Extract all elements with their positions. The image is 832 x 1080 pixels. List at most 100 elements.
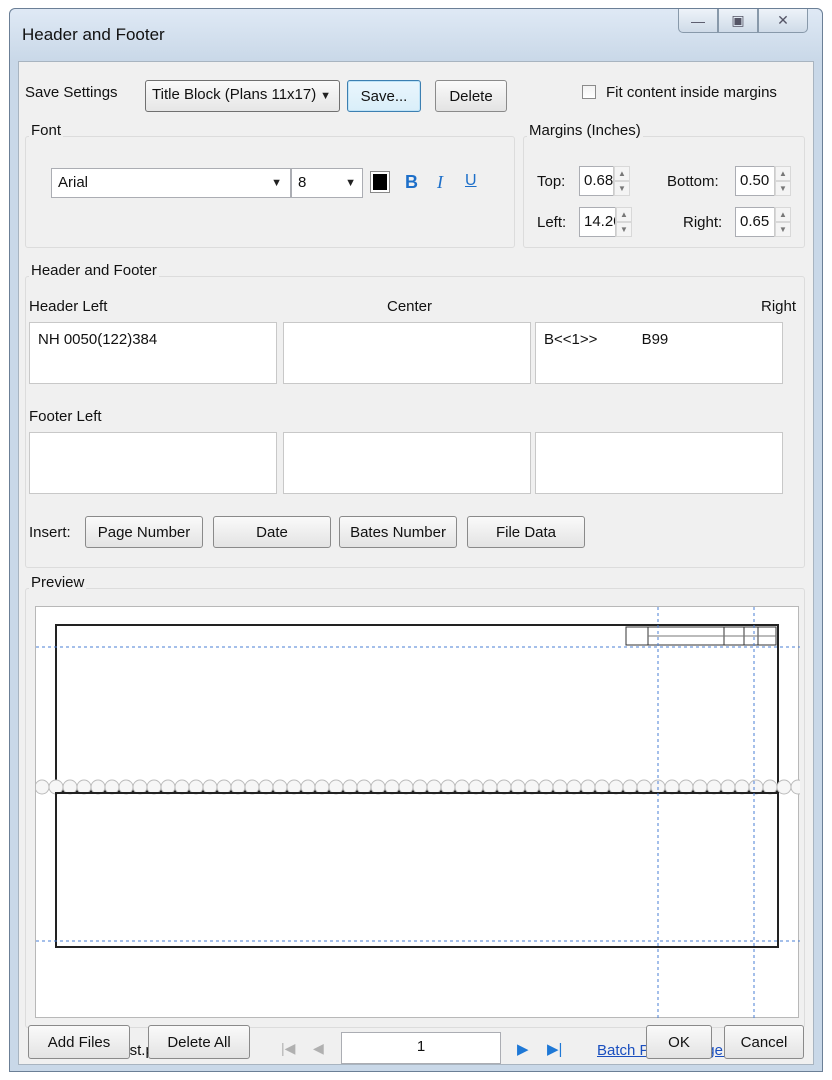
add-files-button[interactable]: Add Files xyxy=(28,1025,130,1059)
dialog-body: Save Settings Title Block (Plans 11x17) … xyxy=(18,61,814,1065)
last-page-button[interactable]: ▶| xyxy=(547,1040,562,1058)
font-size-select[interactable]: 8 ▼ xyxy=(291,168,363,198)
margin-top-spinner[interactable]: ▲ ▼ xyxy=(613,166,630,196)
scallop-mark xyxy=(370,779,386,795)
scallop-mark xyxy=(34,779,50,795)
fit-content-checkbox[interactable] xyxy=(582,85,596,99)
next-page-button[interactable]: ▶ xyxy=(517,1040,529,1058)
first-page-button[interactable]: |◀ xyxy=(281,1040,295,1057)
preview-group-label: Preview xyxy=(29,574,87,591)
footer-left-input[interactable] xyxy=(29,432,277,494)
save-button[interactable]: Save... xyxy=(347,80,421,112)
ok-button[interactable]: OK xyxy=(646,1025,712,1059)
insert-date-button[interactable]: Date xyxy=(213,516,331,548)
scallop-mark xyxy=(720,779,736,795)
save-settings-label: Save Settings xyxy=(25,84,118,101)
chevron-down-icon: ▼ xyxy=(320,90,331,102)
scallop-mark xyxy=(622,779,638,795)
close-button[interactable]: ✕ xyxy=(758,9,808,33)
maximize-button[interactable]: ▣ xyxy=(718,9,758,33)
header-left-label: Header Left xyxy=(29,298,108,315)
scallop-mark xyxy=(412,779,428,795)
scallop-mark xyxy=(538,779,554,795)
bold-button[interactable]: B xyxy=(405,172,418,193)
first-page-icon: |◀ xyxy=(281,1040,296,1056)
scallop-mark xyxy=(748,779,764,795)
font-color-swatch[interactable] xyxy=(370,171,390,193)
header-right-input[interactable]: B<<1>> B99 xyxy=(535,322,783,384)
scallop-mark xyxy=(524,779,540,795)
previous-page-icon: ◀ xyxy=(313,1040,324,1056)
insert-file-data-button[interactable]: File Data xyxy=(467,516,585,548)
margin-left-label: Left: xyxy=(537,214,567,231)
spin-up-icon: ▲ xyxy=(775,207,791,222)
next-page-icon: ▶ xyxy=(517,1041,529,1058)
margin-right-spinner[interactable]: ▲ ▼ xyxy=(774,207,791,237)
spin-down-icon: ▼ xyxy=(616,222,632,237)
scallop-mark xyxy=(216,779,232,795)
chevron-down-icon: ▼ xyxy=(271,177,282,189)
scallop-mark xyxy=(286,779,302,795)
preview-canvas xyxy=(34,606,806,1019)
spin-down-icon: ▼ xyxy=(614,181,630,196)
title-bar: Header and Footer — ▣ ✕ xyxy=(10,9,822,61)
page-break-scallops xyxy=(34,779,806,795)
save-settings-value: Title Block (Plans 11x17) xyxy=(152,86,317,103)
scallop-mark xyxy=(356,779,372,795)
scallop-mark xyxy=(384,779,400,795)
minimize-icon: — xyxy=(691,12,705,29)
font-family-select[interactable]: Arial ▼ xyxy=(51,168,291,198)
header-center-input[interactable] xyxy=(283,322,531,384)
margin-left-spinner[interactable]: ▲ ▼ xyxy=(615,207,632,237)
scallop-mark xyxy=(188,779,204,795)
scallop-mark xyxy=(734,779,750,795)
page-number-input[interactable]: 1 xyxy=(341,1032,501,1064)
header-center-label: Center xyxy=(387,298,433,315)
scallop-mark xyxy=(230,779,246,795)
minimize-button[interactable]: — xyxy=(678,9,718,33)
scallop-mark xyxy=(146,779,162,795)
scallop-mark xyxy=(244,779,260,795)
scallop-mark xyxy=(510,779,526,795)
delete-button[interactable]: Delete xyxy=(435,80,507,112)
header-left-input[interactable]: NH 0050(122)384 xyxy=(29,322,277,384)
header-right-label: Right xyxy=(761,298,797,315)
scallop-mark xyxy=(706,779,722,795)
insert-bates-number-button[interactable]: Bates Number xyxy=(339,516,457,548)
window-controls: — ▣ ✕ xyxy=(678,9,808,33)
close-icon: ✕ xyxy=(777,12,789,28)
scallop-mark xyxy=(636,779,652,795)
scallop-mark xyxy=(104,779,120,795)
scallop-mark xyxy=(566,779,582,795)
margin-bottom-spinner[interactable]: ▲ ▼ xyxy=(774,166,791,196)
scallop-mark xyxy=(426,779,442,795)
scallop-mark xyxy=(76,779,92,795)
scallop-mark xyxy=(118,779,134,795)
underline-button[interactable]: U xyxy=(465,172,477,190)
cancel-button[interactable]: Cancel xyxy=(724,1025,804,1059)
scallop-mark xyxy=(398,779,414,795)
footer-right-input[interactable] xyxy=(535,432,783,494)
spin-up-icon: ▲ xyxy=(775,166,791,181)
footer-center-input[interactable] xyxy=(283,432,531,494)
header-footer-dialog: Header and Footer — ▣ ✕ Save Settings Ti… xyxy=(9,8,823,1072)
scallop-mark xyxy=(468,779,484,795)
fit-content-label: Fit content inside margins xyxy=(606,84,777,101)
margins-group-label: Margins (Inches) xyxy=(527,122,643,139)
spin-down-icon: ▼ xyxy=(775,181,791,196)
previous-page-button[interactable]: ◀ xyxy=(313,1040,324,1057)
scallop-mark xyxy=(552,779,568,795)
spin-up-icon: ▲ xyxy=(614,166,630,181)
insert-page-number-button[interactable]: Page Number xyxy=(85,516,203,548)
insert-label: Insert: xyxy=(29,524,71,541)
margin-bottom-label: Bottom: xyxy=(667,173,719,190)
margin-right-label: Right: xyxy=(683,214,723,231)
scallop-mark xyxy=(132,779,148,795)
italic-button[interactable]: I xyxy=(437,172,443,193)
scallop-mark xyxy=(48,779,64,795)
scallop-mark xyxy=(762,779,778,795)
scallop-mark xyxy=(580,779,596,795)
delete-all-button[interactable]: Delete All xyxy=(148,1025,250,1059)
scallop-mark xyxy=(608,779,624,795)
save-settings-select[interactable]: Title Block (Plans 11x17) ▼ xyxy=(145,80,340,112)
